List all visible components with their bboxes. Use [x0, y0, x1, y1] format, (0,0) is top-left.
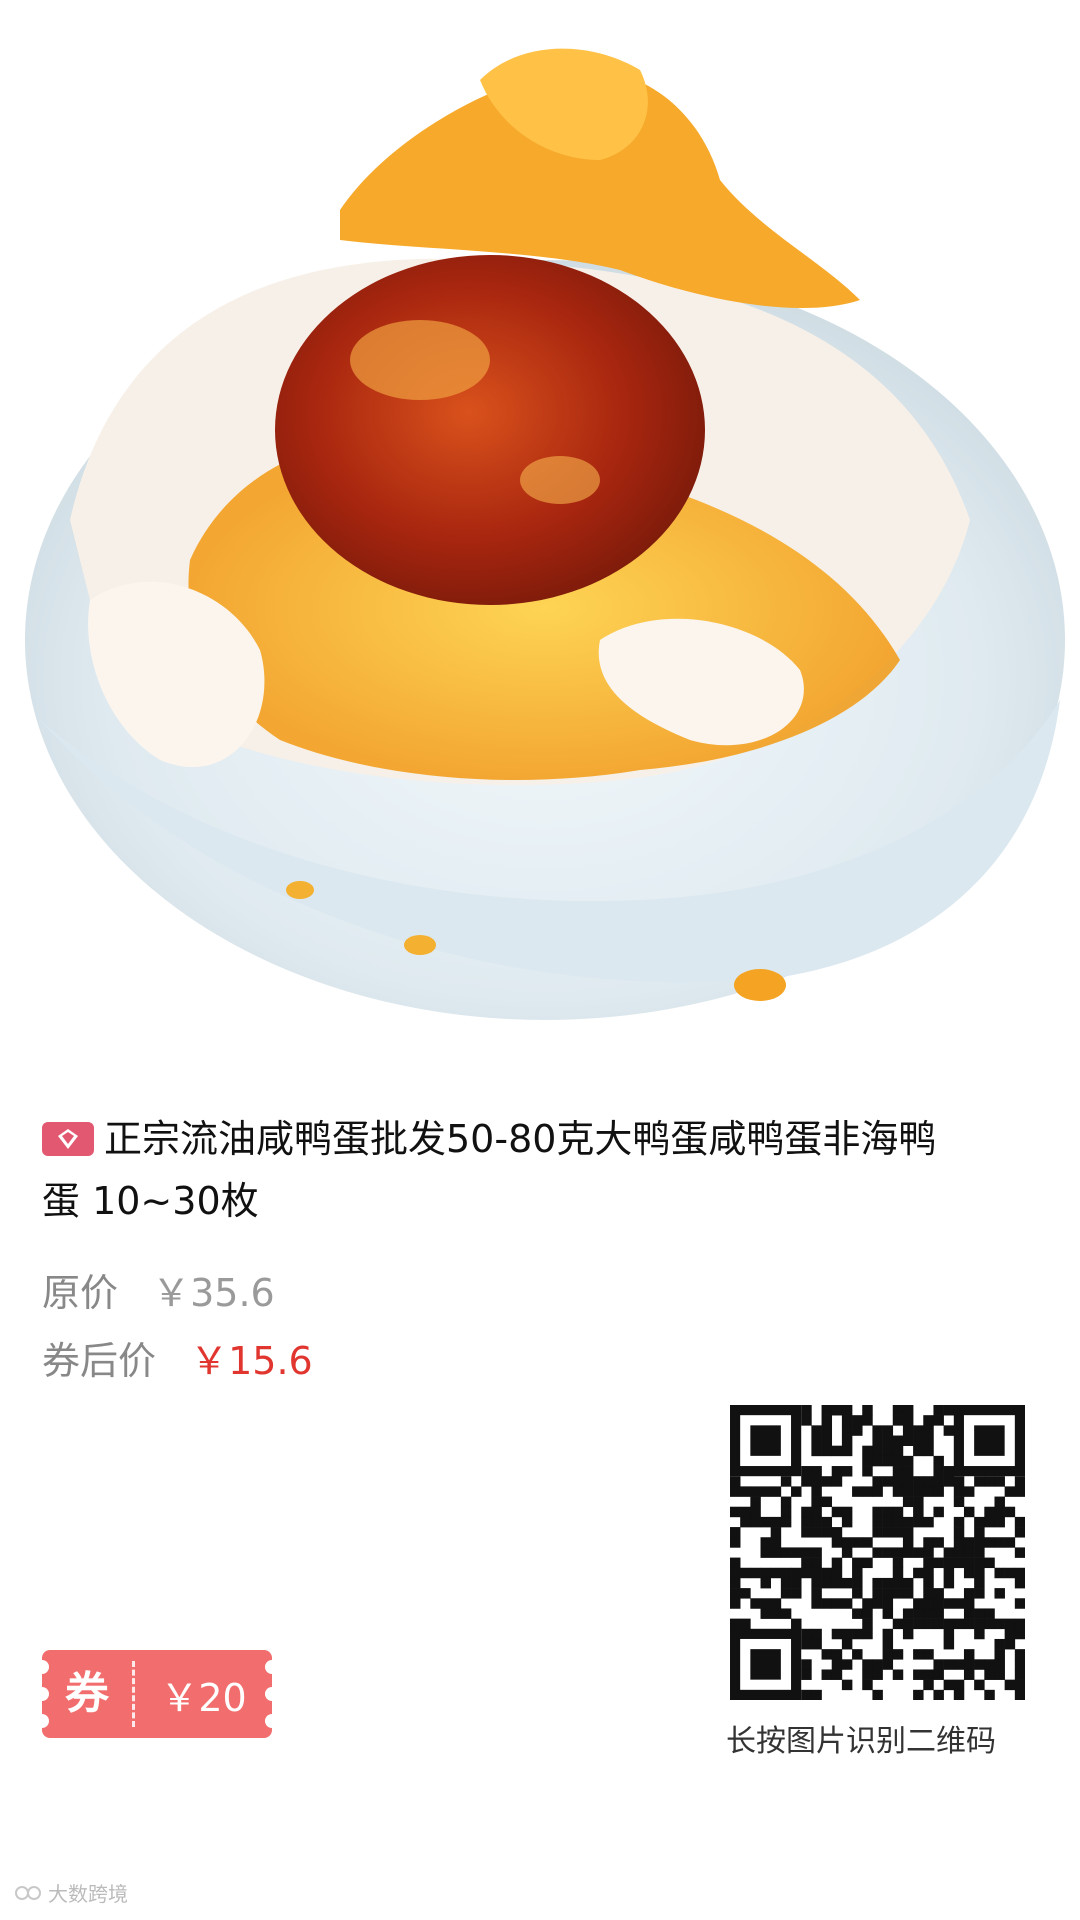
coupon-price-row: 券后价 ￥15.6	[42, 1330, 313, 1385]
coupon-tag: 券	[42, 1661, 135, 1727]
watermark: 大数跨境	[14, 1878, 128, 1907]
coupon-price-label: 券后价	[42, 1339, 157, 1383]
coupon-notch	[265, 1660, 279, 1674]
coupon-notch	[265, 1687, 279, 1701]
product-title-row[interactable]: 正宗流油咸鸭蛋批发50-80克大鸭蛋咸鸭蛋非海鸭蛋 10~30枚	[42, 1108, 972, 1232]
watermark-logo-icon	[15, 1885, 41, 1900]
coupon-price-value: ￥15.6	[190, 1339, 313, 1383]
coupon-notch	[35, 1687, 49, 1701]
qr-code[interactable]	[730, 1405, 1026, 1701]
product-title: 正宗流油咸鸭蛋批发50-80克大鸭蛋咸鸭蛋非海鸭蛋 10~30枚	[42, 1117, 937, 1223]
shop-icon	[42, 1122, 94, 1156]
coupon-amount: ￥20	[160, 1675, 247, 1720]
original-price-value: ￥35.6	[152, 1271, 275, 1315]
product-image	[0, 0, 1080, 1060]
original-price-row: 原价 ￥35.6	[42, 1262, 275, 1317]
coupon-notch	[35, 1660, 49, 1674]
original-price-label: 原价	[42, 1271, 119, 1315]
qr-code-graphic	[730, 1405, 1026, 1701]
watermark-text: 大数跨境	[48, 1882, 128, 1906]
coupon-notch	[265, 1714, 279, 1728]
qr-caption: 长按图片识别二维码	[726, 1724, 996, 1759]
coupon-notch	[35, 1714, 49, 1728]
coupon-badge[interactable]: 券 ￥20	[35, 1650, 279, 1738]
